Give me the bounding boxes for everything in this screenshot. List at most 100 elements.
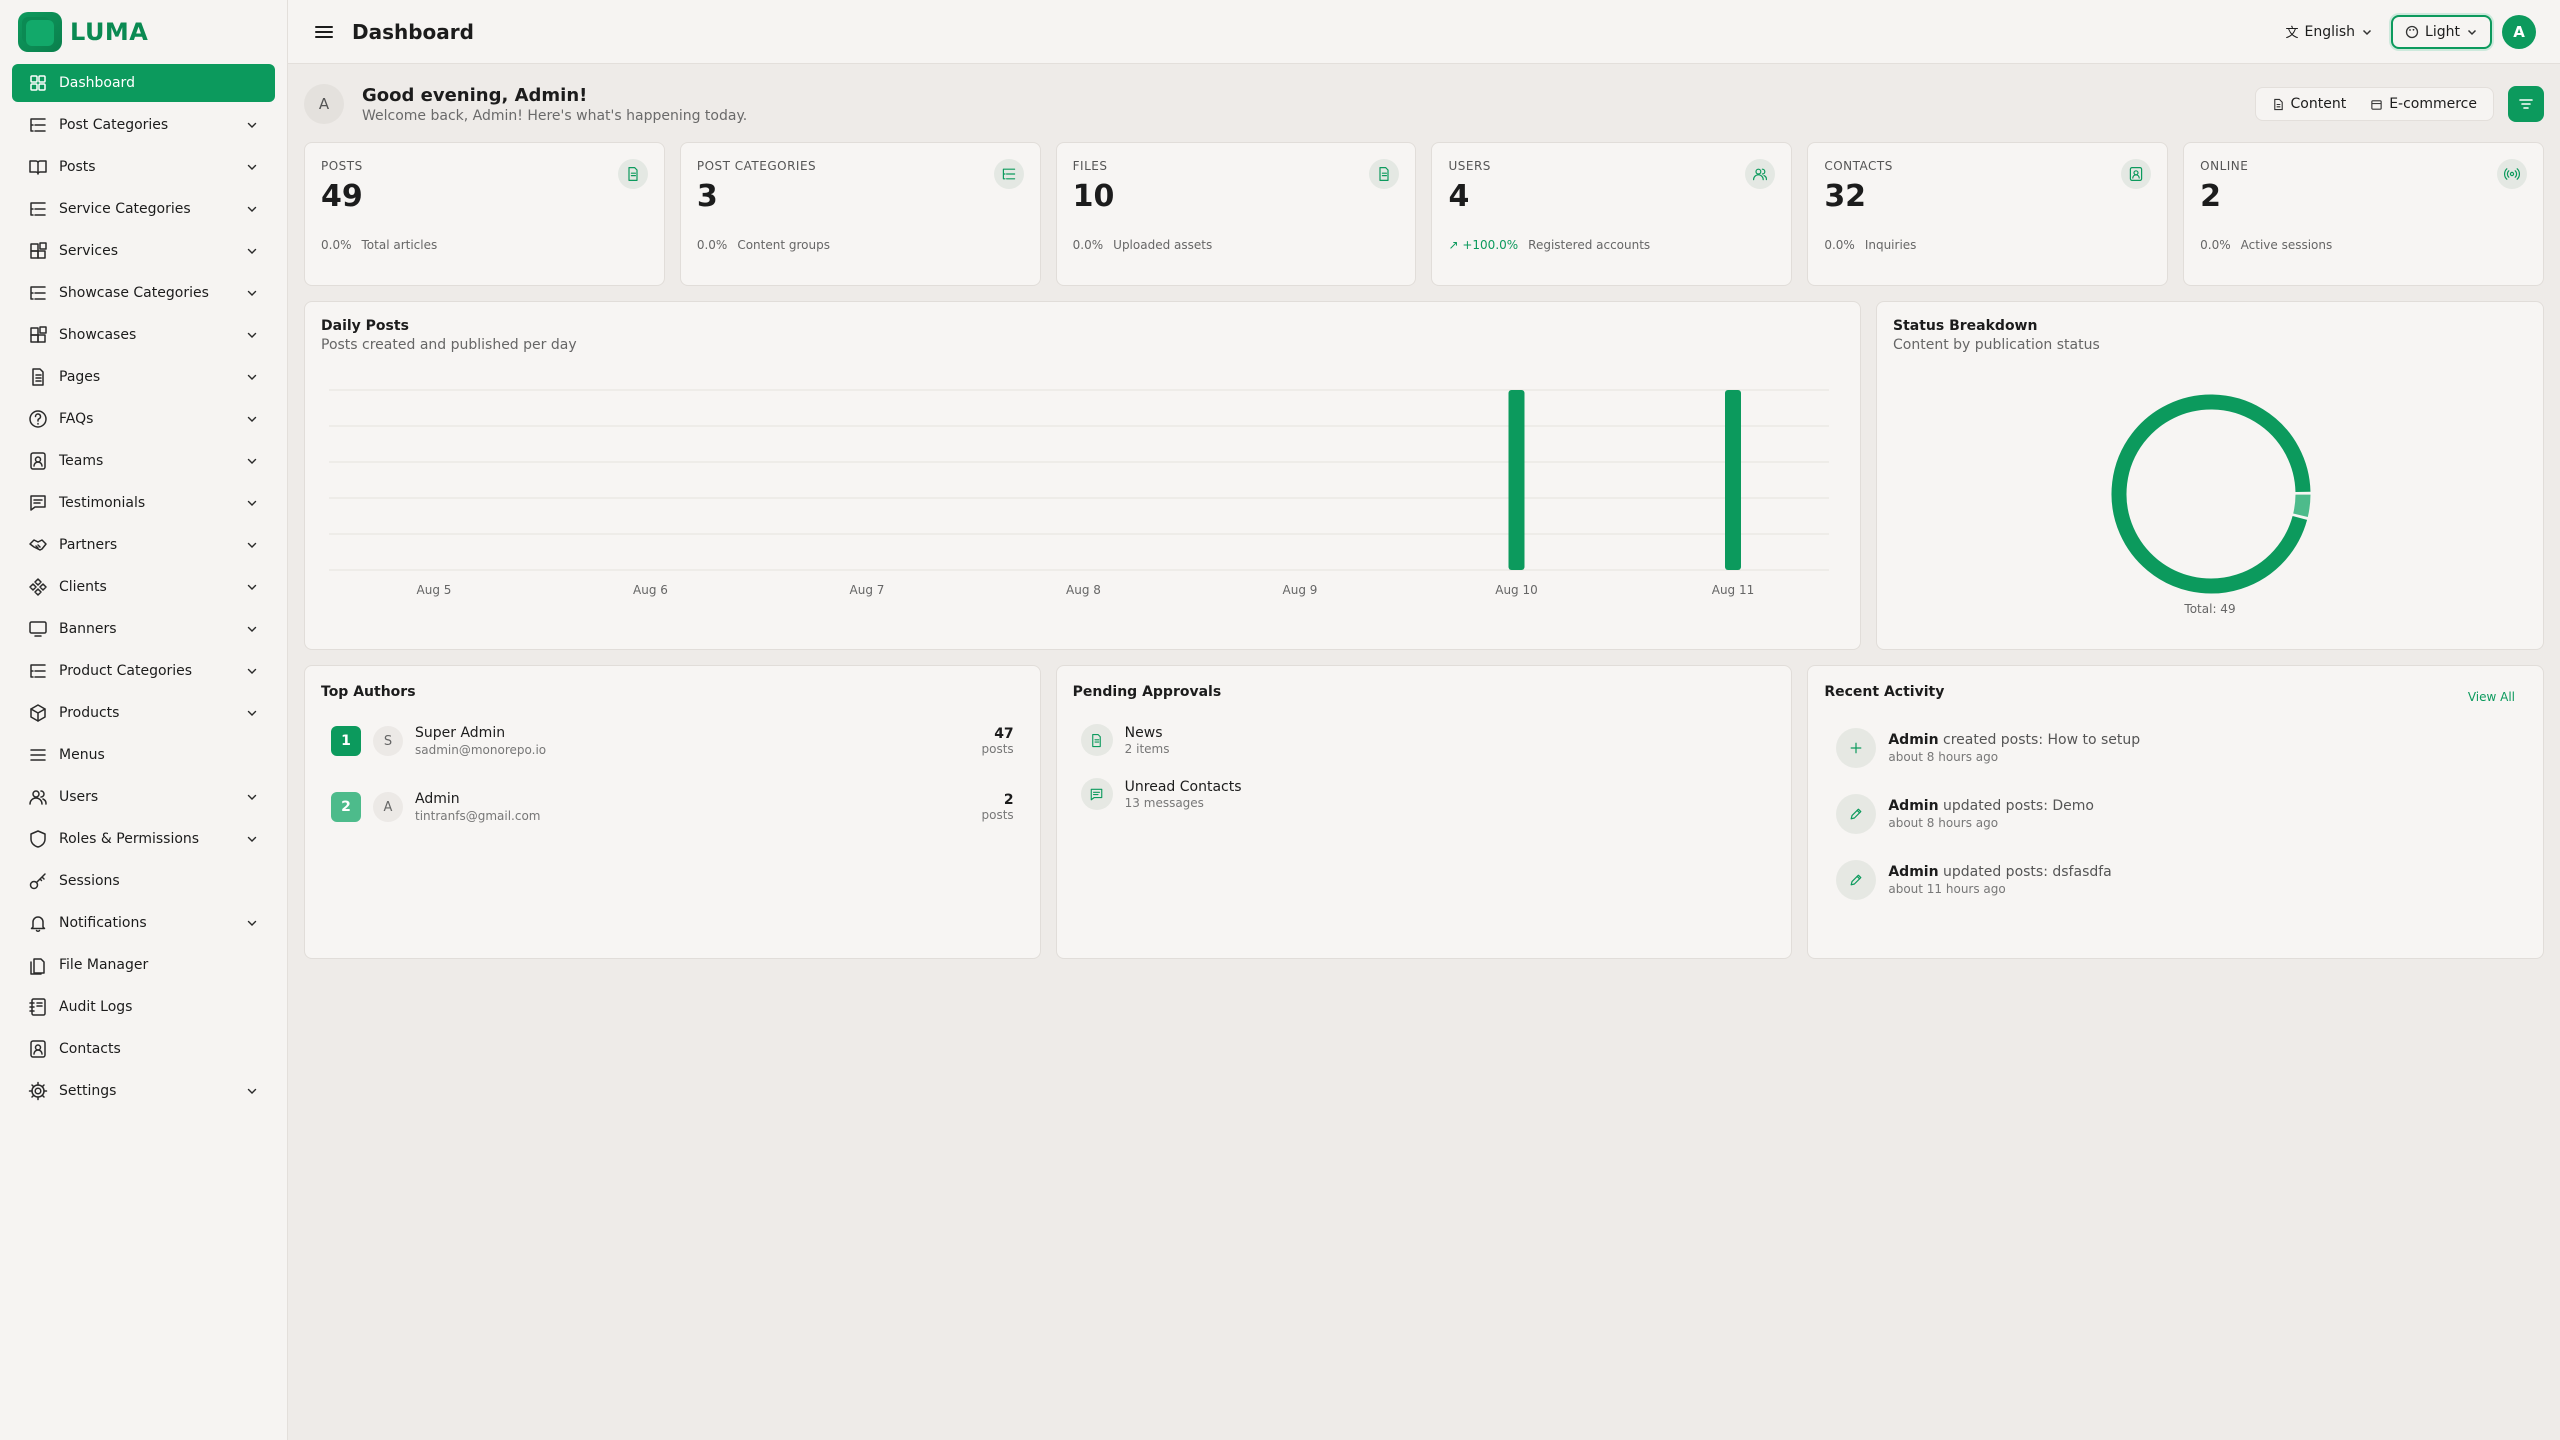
sidebar-item-label: Sessions bbox=[59, 873, 120, 889]
sidebar-item-audit-logs[interactable]: Audit Logs bbox=[12, 988, 275, 1026]
chevron-down-icon bbox=[247, 416, 257, 422]
menu-toggle-icon[interactable] bbox=[312, 20, 336, 44]
author-post-count: 2 posts bbox=[982, 792, 1014, 822]
chevron-down-icon bbox=[2467, 29, 2477, 35]
stat-desc: Content groups bbox=[737, 238, 830, 252]
chevron-down-icon bbox=[247, 332, 257, 338]
activity-item[interactable]: Admin updated posts: dsfasdfa about 11 h… bbox=[1824, 860, 2527, 900]
activity-action: updated posts: dsfasdfa bbox=[1943, 864, 2112, 880]
theme-selector[interactable]: Light bbox=[2391, 14, 2492, 49]
chevron-down-icon bbox=[247, 122, 257, 128]
activity-action: created posts: How to setup bbox=[1943, 732, 2141, 748]
sidebar-item-showcase-categories[interactable]: Showcase Categories bbox=[12, 274, 275, 312]
greeting-row: A Good evening, Admin! Welcome back, Adm… bbox=[304, 80, 2544, 128]
sidebar-item-settings[interactable]: Settings bbox=[12, 1072, 275, 1110]
author-avatar: A bbox=[373, 792, 403, 822]
activity-item[interactable]: Admin created posts: How to setup about … bbox=[1824, 728, 2527, 768]
language-selector[interactable]: 文 English bbox=[2285, 22, 2373, 41]
stat-value: 10 bbox=[1072, 179, 1115, 214]
user-avatar[interactable]: A bbox=[2502, 14, 2536, 49]
sidebar-item-dashboard[interactable]: Dashboard bbox=[12, 64, 275, 102]
list-tree-icon bbox=[30, 664, 46, 678]
brand[interactable]: LUMA bbox=[0, 0, 287, 64]
theme-label: Light bbox=[2425, 23, 2460, 40]
view-all-link[interactable]: View All bbox=[2468, 690, 2515, 704]
stat-card-users[interactable]: USERS 4 ↗ +100.0% Registered accounts bbox=[1431, 142, 1793, 286]
sidebar-item-roles-permissions[interactable]: Roles & Permissions bbox=[12, 820, 275, 858]
sidebar-item-contacts[interactable]: Contacts bbox=[12, 1030, 275, 1068]
sidebar-item-users[interactable]: Users bbox=[12, 778, 275, 816]
stat-footer: 0.0% Active sessions bbox=[2200, 238, 2527, 252]
sidebar-item-banners[interactable]: Banners bbox=[12, 610, 275, 648]
sidebar-item-posts[interactable]: Posts bbox=[12, 148, 275, 186]
message-square-icon bbox=[1090, 788, 1103, 800]
sidebar-item-icon bbox=[28, 871, 48, 891]
chevron-down-icon bbox=[247, 206, 257, 212]
daily-posts-title: Daily Posts bbox=[321, 318, 409, 334]
chevron-down-icon bbox=[247, 584, 257, 590]
stat-card-contacts[interactable]: CONTACTS 32 0.0% Inquiries bbox=[1807, 142, 2169, 286]
palette-icon bbox=[2405, 25, 2419, 38]
stat-card-post-categories[interactable]: POST CATEGORIES 3 0.0% Content groups bbox=[679, 142, 1041, 286]
activity-actor: Admin bbox=[1888, 732, 1939, 748]
pending-item[interactable]: News 2 items bbox=[1073, 724, 1776, 756]
filter-button[interactable] bbox=[2508, 86, 2544, 122]
pencil-icon bbox=[1850, 874, 1862, 886]
author-row[interactable]: 1 S Super Admin sadmin@monorepo.io 47 po… bbox=[321, 724, 1024, 758]
sidebar-item-clients[interactable]: Clients bbox=[12, 568, 275, 606]
main-content: A Good evening, Admin! Welcome back, Adm… bbox=[304, 80, 2545, 959]
bar-aug-10[interactable] bbox=[1508, 390, 1525, 570]
sidebar-item-faqs[interactable]: FAQs bbox=[12, 400, 275, 438]
stat-card-online[interactable]: ONLINE 2 0.0% Active sessions bbox=[2183, 142, 2544, 286]
sidebar-item-product-categories[interactable]: Product Categories bbox=[12, 652, 275, 690]
sidebar-item-services[interactable]: Services bbox=[12, 232, 275, 270]
author-info: Super Admin sadmin@monorepo.io bbox=[415, 725, 982, 757]
activity-description: Admin updated posts: dsfasdfa bbox=[1888, 864, 2111, 880]
sidebar-item-partners[interactable]: Partners bbox=[12, 526, 275, 564]
pending-approvals-card: Pending Approvals News 2 items Unread Co… bbox=[1055, 665, 1793, 959]
sidebar-item-label: Posts bbox=[59, 159, 96, 175]
chevron-down-icon bbox=[2363, 29, 2372, 35]
activity-item[interactable]: Admin updated posts: Demo about 8 hours … bbox=[1824, 794, 2527, 834]
stat-change: ↗ +100.0% bbox=[1448, 238, 1518, 252]
stat-card-posts[interactable]: POSTS 49 0.0% Total articles bbox=[304, 142, 665, 286]
activity-time: about 11 hours ago bbox=[1888, 882, 2006, 896]
content-tab[interactable]: Content bbox=[2260, 90, 2359, 118]
monitor-icon bbox=[29, 621, 47, 637]
ecommerce-tab[interactable]: E-commerce bbox=[2358, 90, 2489, 118]
key-icon bbox=[29, 873, 46, 890]
pending-item[interactable]: Unread Contacts 13 messages bbox=[1073, 778, 1776, 810]
sidebar-item-menus[interactable]: Menus bbox=[12, 736, 275, 774]
stat-footer: 0.0% Uploaded assets bbox=[1073, 238, 1400, 252]
sidebar-item-notifications[interactable]: Notifications bbox=[12, 904, 275, 942]
brand-name: LUMA bbox=[70, 18, 149, 46]
stat-card-files[interactable]: FILES 10 0.0% Uploaded assets bbox=[1055, 142, 1417, 286]
daily-posts-subtitle: Posts created and published per day bbox=[321, 337, 577, 353]
sidebar-item-file-manager[interactable]: File Manager bbox=[12, 946, 275, 984]
trending-up-icon: ↗ bbox=[1448, 238, 1463, 252]
sidebar-item-label: Menus bbox=[59, 747, 105, 763]
x-tick-label: Aug 6 bbox=[633, 583, 668, 597]
author-row[interactable]: 2 A Admin tintranfs@gmail.com 2 posts bbox=[321, 790, 1024, 824]
bar-aug-11[interactable] bbox=[1725, 390, 1741, 570]
sidebar-item-products[interactable]: Products bbox=[12, 694, 275, 732]
donut-slice-0[interactable] bbox=[2111, 394, 2311, 594]
sidebar-item-service-categories[interactable]: Service Categories bbox=[12, 190, 275, 228]
bell-icon bbox=[30, 916, 46, 933]
sidebar-item-showcases[interactable]: Showcases bbox=[12, 316, 275, 354]
sidebar-item-label: Post Categories bbox=[59, 117, 169, 133]
sidebar-item-teams[interactable]: Teams bbox=[12, 442, 275, 480]
author-avatar: S bbox=[373, 726, 403, 756]
sidebar-item-post-categories[interactable]: Post Categories bbox=[12, 106, 275, 144]
sidebar-item-sessions[interactable]: Sessions bbox=[12, 862, 275, 900]
sidebar-item-pages[interactable]: Pages bbox=[12, 358, 275, 396]
author-post-count: 47 posts bbox=[982, 726, 1014, 756]
content-tab-label: Content bbox=[2290, 96, 2347, 112]
sidebar-item-label: Service Categories bbox=[59, 201, 191, 217]
stat-label: CONTACTS bbox=[1824, 159, 1893, 173]
sidebar-item-testimonials[interactable]: Testimonials bbox=[12, 484, 275, 522]
stat-change: 0.0% bbox=[321, 238, 352, 252]
greeting-subtitle: Welcome back, Admin! Here's what's happe… bbox=[362, 107, 748, 124]
sidebar-item-icon bbox=[28, 787, 48, 807]
donut-slice-1[interactable] bbox=[2293, 494, 2311, 517]
